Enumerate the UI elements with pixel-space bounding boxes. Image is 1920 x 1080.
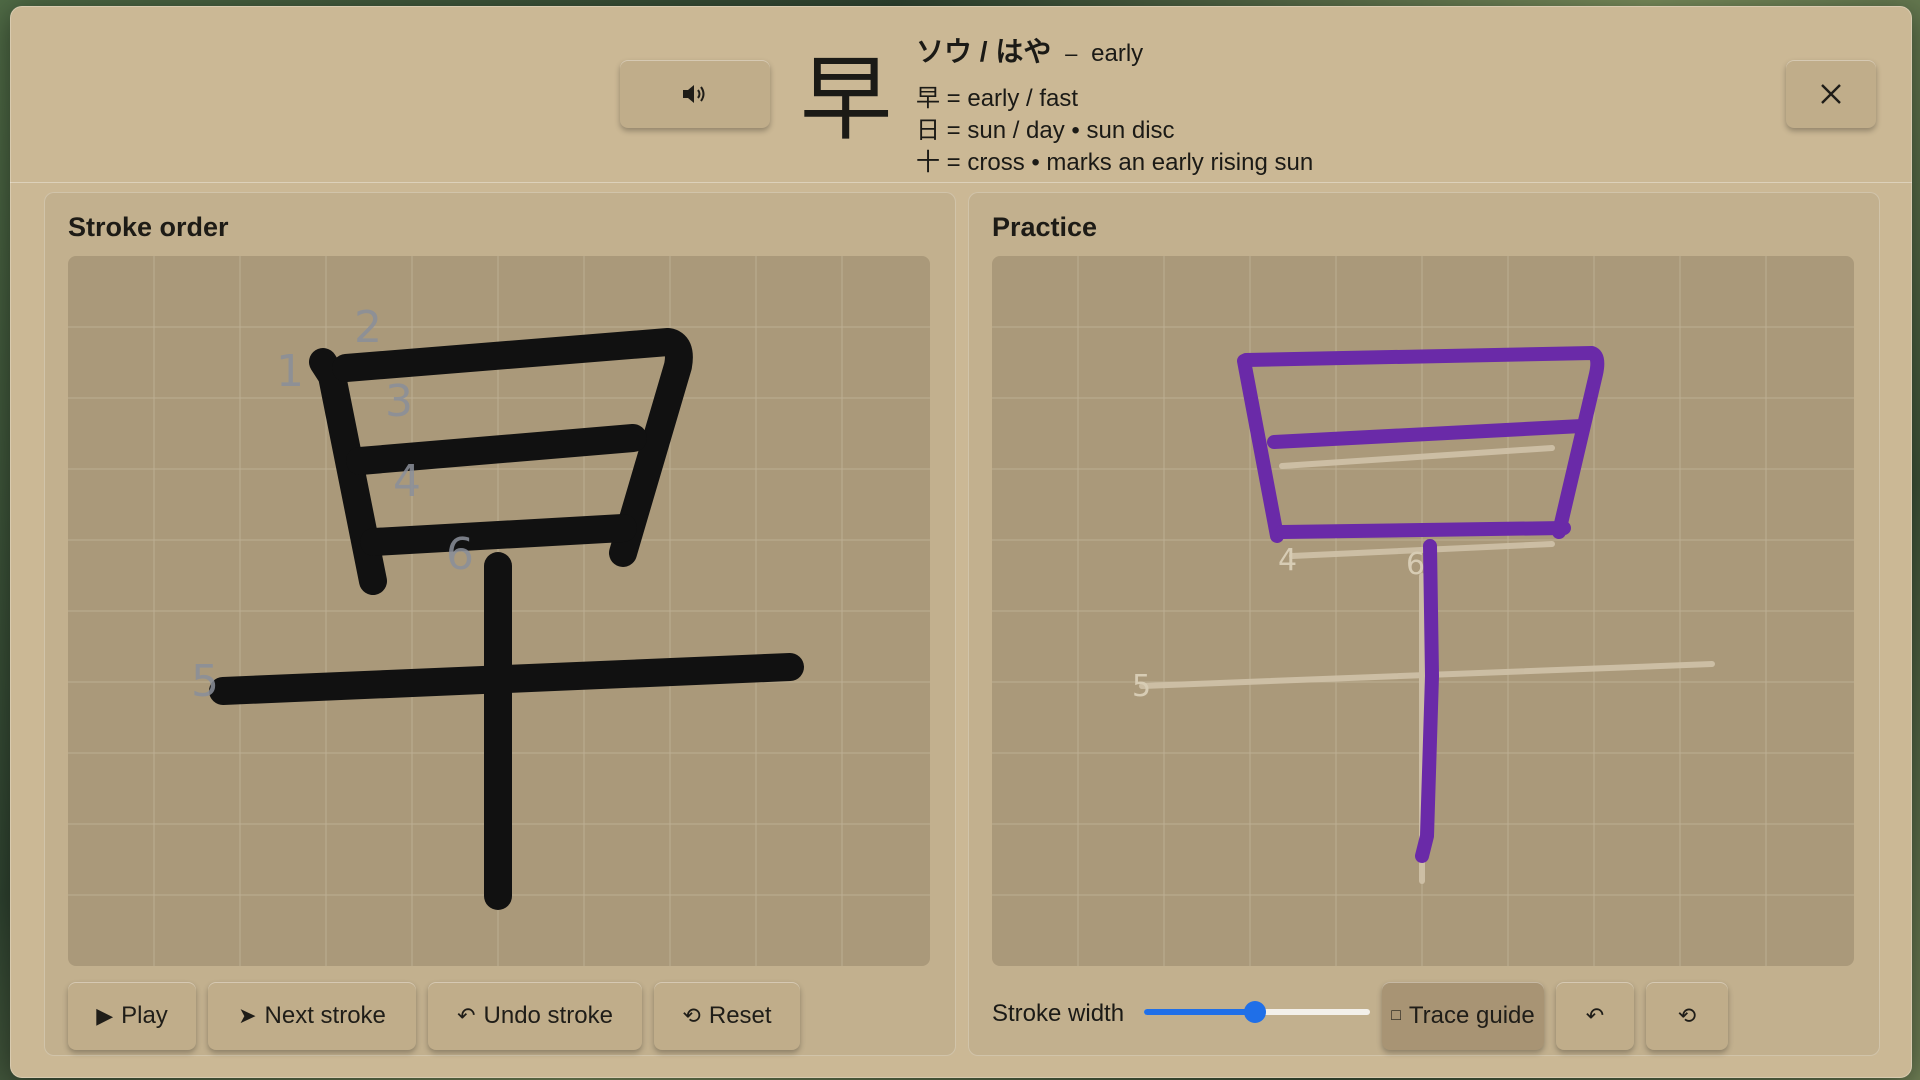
undo-stroke-label: Undo stroke xyxy=(483,1002,613,1029)
undo-icon: ↶ xyxy=(457,1003,476,1028)
play-button-label: Play xyxy=(121,1002,168,1029)
trace-guide-label: Trace guide xyxy=(1408,1002,1535,1029)
kanji-practice-dialog: 早 ソウ / はや – early 早 = early / fast 日 = s… xyxy=(10,6,1912,1078)
practice-canvas[interactable]: 4 6 5 xyxy=(992,256,1854,966)
user-stroke-4 xyxy=(1275,521,1571,539)
guide-number-6: 6 xyxy=(1406,547,1425,582)
trace-guide-icon: □ xyxy=(1391,1007,1401,1024)
reset-icon: ⟲ xyxy=(682,1003,701,1028)
component-line-1: 早 = early / fast xyxy=(916,85,1079,112)
next-arrow-icon: ➤ xyxy=(238,1003,257,1028)
play-icon: ▶ xyxy=(96,1003,114,1028)
stroke-number-6: 6 xyxy=(446,529,474,580)
kanji-meaning: early xyxy=(1091,40,1144,67)
dialog-header: 早 ソウ / はや – early 早 = early / fast 日 = s… xyxy=(10,6,1912,183)
next-stroke-button[interactable]: ➤ Next stroke xyxy=(208,982,416,1050)
reset-label: Reset xyxy=(708,1002,772,1029)
guide-number-5: 5 xyxy=(1132,669,1151,704)
stroke-number-5: 5 xyxy=(191,656,219,707)
reading-separator: – xyxy=(1065,41,1078,66)
stroke-width-slider[interactable] xyxy=(1144,994,1370,1030)
component-line-3: 十 = cross • marks an early rising sun xyxy=(916,149,1314,176)
stroke-order-canvas: 1 2 3 4 5 6 xyxy=(68,256,930,966)
undo-stroke-button[interactable]: ↶ Undo stroke xyxy=(428,982,642,1050)
practice-drawing: 4 6 5 xyxy=(992,256,1854,966)
reset-button[interactable]: ⟲ Reset xyxy=(654,982,800,1050)
stroke-number-3: 3 xyxy=(385,376,413,427)
stroke-4 xyxy=(360,514,637,556)
close-button[interactable] xyxy=(1786,60,1876,128)
practice-reset-button[interactable]: ⟲ xyxy=(1646,982,1728,1050)
close-icon xyxy=(1821,84,1841,104)
reset-icon: ⟲ xyxy=(1677,1003,1697,1028)
reading-line: ソウ / はや – early xyxy=(916,30,1143,70)
stroke-width-label: Stroke width xyxy=(992,1000,1125,1027)
audio-button[interactable] xyxy=(620,60,770,128)
kanji-reading: ソウ / はや xyxy=(916,36,1052,67)
guide-stroke-3 xyxy=(1279,445,1555,469)
guide-number-4: 4 xyxy=(1278,543,1297,578)
stroke-order-title: Stroke order xyxy=(68,212,229,242)
practice-title: Practice xyxy=(992,212,1098,242)
slider-fill xyxy=(1144,1009,1255,1015)
practice-panel: Practice 4 6 5 Stroke width □ Trace guid… xyxy=(968,192,1880,1056)
user-stroke-3 xyxy=(1267,419,1589,449)
kanji-character: 早 xyxy=(800,46,893,153)
component-line-2: 日 = sun / day • sun disc xyxy=(916,117,1175,144)
play-button[interactable]: ▶ Play xyxy=(68,982,196,1050)
stroke-number-4: 4 xyxy=(393,456,421,507)
stroke-number-1: 1 xyxy=(276,346,304,397)
stroke-order-panel: Stroke order 1 2 3 4 5 6 ▶ Play ➤ Next s… xyxy=(44,192,956,1056)
slider-thumb[interactable] xyxy=(1243,1001,1266,1023)
next-stroke-label: Next stroke xyxy=(264,1002,386,1029)
speaker-icon xyxy=(683,85,705,103)
stroke-order-drawing: 1 2 3 4 5 6 xyxy=(68,256,930,966)
stroke-number-2: 2 xyxy=(354,302,382,353)
trace-guide-button[interactable]: □ Trace guide xyxy=(1382,982,1544,1050)
undo-icon: ↶ xyxy=(1585,1003,1605,1028)
practice-undo-button[interactable]: ↶ xyxy=(1556,982,1634,1050)
